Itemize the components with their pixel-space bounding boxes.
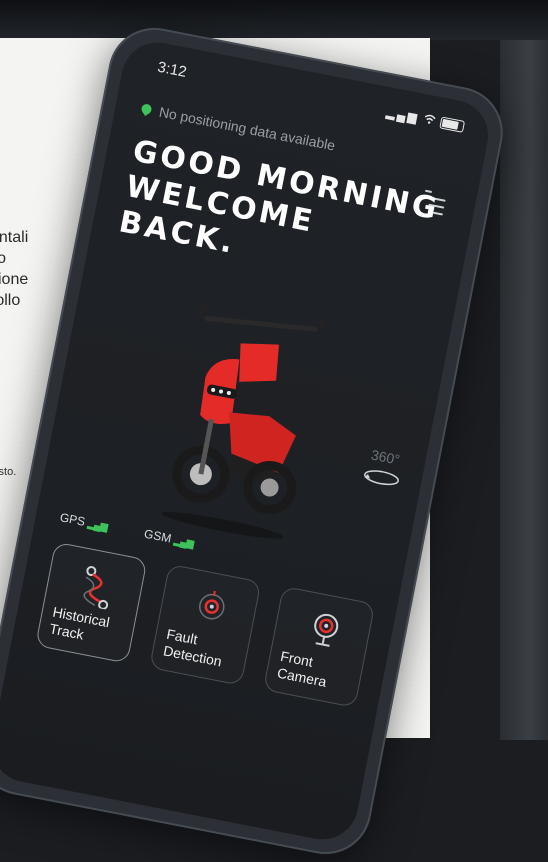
background-text-line: zione	[0, 271, 29, 288]
gsm-signal-icon: ▂▄▆	[172, 535, 194, 550]
location-pin-icon	[139, 102, 154, 117]
fault-detection-card[interactable]: Fault Detection	[148, 563, 262, 686]
battery-icon	[439, 116, 466, 133]
feature-cards: Historical Track Fault Detection Front C…	[35, 541, 376, 708]
background-text-line: rollo	[0, 292, 21, 309]
scooter-image[interactable]	[146, 293, 338, 552]
historical-track-card[interactable]: Historical Track	[35, 541, 148, 664]
greeting-heading: GOOD MORNING WELCOME BACK.	[116, 134, 442, 299]
camera-icon	[306, 609, 343, 655]
device-edge-background	[500, 40, 548, 740]
gsm-label: GSM	[142, 526, 173, 546]
status-icons: ▂▄▆	[385, 105, 466, 134]
front-camera-card[interactable]: Front Camera	[262, 585, 376, 708]
background-text-line: llo	[0, 250, 7, 267]
status-time: 3:12	[156, 58, 189, 81]
cellular-signal-icon: ▂▄▆	[385, 105, 421, 126]
background-text-block: e entali llo zione rollo	[0, 206, 28, 311]
diagnostic-icon	[193, 587, 230, 631]
fault-detection-label: Fault Detection	[162, 626, 227, 671]
rotate-360-label: 360°	[369, 446, 402, 468]
gps-indicator: GPS▂▄▆	[59, 510, 109, 533]
front-camera-label: Front Camera	[276, 648, 331, 691]
wifi-icon	[422, 112, 436, 128]
gps-label: GPS	[58, 510, 87, 529]
gps-signal-icon: ▂▄▆	[86, 518, 108, 534]
background-text-line: e	[0, 206, 28, 227]
background-text-line: entali	[0, 229, 29, 246]
route-icon	[78, 565, 116, 615]
rotate-360-control[interactable]: 360°	[360, 445, 407, 493]
rotate-arrow-icon	[360, 465, 403, 493]
background-note: uisto.	[0, 466, 17, 478]
top-background-band	[0, 0, 548, 40]
